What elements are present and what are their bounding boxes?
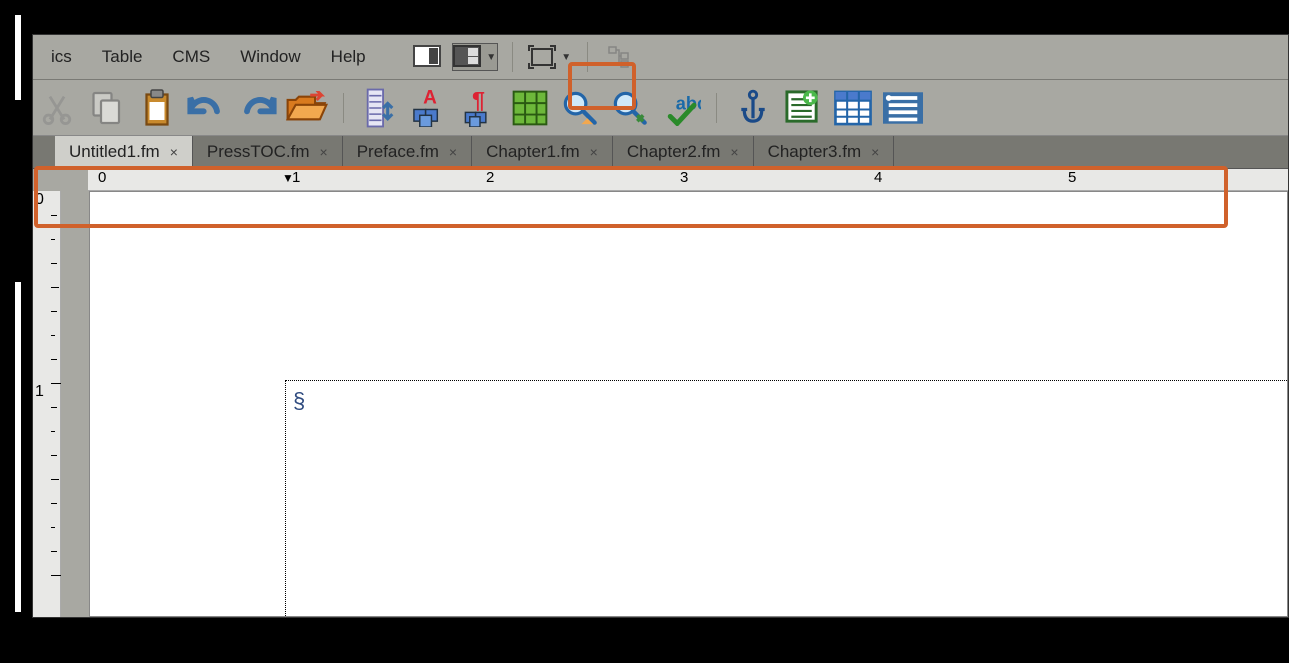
paste-button[interactable] xyxy=(135,86,179,130)
tab-label: Chapter3.fm xyxy=(768,142,862,162)
insert-table-button[interactable] xyxy=(831,86,875,130)
svg-text:A: A xyxy=(423,89,437,109)
paragraph-catalog-button[interactable]: ¶ xyxy=(458,86,502,130)
document-area: 0 ▼ 1 2 3 4 5 0 1 xyxy=(33,169,1288,617)
ruler-mark: 1 xyxy=(35,383,44,401)
paragraph-designer-button[interactable] xyxy=(358,86,402,130)
ruler-mark: 1 xyxy=(292,169,300,186)
decoration-bar xyxy=(15,15,21,100)
tab-label: Preface.fm xyxy=(357,142,439,162)
paragraph-end-mark: § xyxy=(293,388,305,414)
divider xyxy=(512,42,513,72)
text-frame[interactable] xyxy=(285,380,1287,616)
tab-presstoc[interactable]: PressTOC.fm × xyxy=(193,136,343,168)
menu-table[interactable]: Table xyxy=(88,41,157,73)
character-designer-button[interactable]: A xyxy=(408,86,452,130)
toolbar: A ¶ abc xyxy=(33,80,1288,136)
close-icon[interactable]: × xyxy=(449,144,457,160)
fit-window-icon[interactable]: ▼ xyxy=(527,43,573,71)
divider xyxy=(343,93,344,123)
open-button[interactable] xyxy=(285,86,329,130)
chevron-down-icon: ▼ xyxy=(561,52,571,63)
ruler-mark: 4 xyxy=(874,169,882,186)
find-button[interactable] xyxy=(558,86,602,130)
ruler-mark: 0 xyxy=(98,169,106,186)
menubar: ics Table CMS Window Help ▼ ▼ xyxy=(33,35,1288,80)
anchored-frame-button[interactable] xyxy=(731,86,775,130)
format-list-button[interactable] xyxy=(881,86,925,130)
tab-chapter3[interactable]: Chapter3.fm × xyxy=(754,136,895,168)
menu-window[interactable]: Window xyxy=(226,41,314,73)
redo-button[interactable] xyxy=(235,86,279,130)
page-canvas[interactable]: § xyxy=(89,191,1288,617)
ruler-mark: 3 xyxy=(680,169,688,186)
menu-cms[interactable]: CMS xyxy=(158,41,224,73)
table-designer-button[interactable] xyxy=(508,86,552,130)
app-window: ics Table CMS Window Help ▼ ▼ xyxy=(32,34,1289,618)
close-icon[interactable]: × xyxy=(590,144,598,160)
tab-label: Chapter1.fm xyxy=(486,142,580,162)
tab-preface[interactable]: Preface.fm × xyxy=(343,136,472,168)
arrange-docs-icon[interactable]: ▼ xyxy=(452,43,498,71)
close-icon[interactable]: × xyxy=(871,144,879,160)
tab-untitled1[interactable]: Untitled1.fm × xyxy=(55,136,193,168)
ruler-horizontal[interactable]: 0 ▼ 1 2 3 4 5 xyxy=(88,169,1288,191)
decoration-bar xyxy=(15,282,21,612)
divider xyxy=(587,42,588,72)
document-tabs: Untitled1.fm × PressTOC.fm × Preface.fm … xyxy=(33,136,1288,169)
menu-graphics[interactable]: ics xyxy=(37,41,86,73)
tab-label: PressTOC.fm xyxy=(207,142,310,162)
divider xyxy=(716,93,717,123)
tab-label: Chapter2.fm xyxy=(627,142,721,162)
ruler-mark: 5 xyxy=(1068,169,1076,186)
svg-text:¶: ¶ xyxy=(472,89,485,113)
tab-label: Untitled1.fm xyxy=(69,142,160,162)
close-icon[interactable]: × xyxy=(320,144,328,160)
close-icon[interactable]: × xyxy=(170,144,178,160)
chevron-down-icon: ▼ xyxy=(486,52,496,63)
ruler-mark: 2 xyxy=(486,169,494,186)
find-next-button[interactable] xyxy=(608,86,652,130)
menu-help[interactable]: Help xyxy=(317,41,380,73)
gutter xyxy=(61,191,89,617)
copy-button[interactable] xyxy=(85,86,129,130)
insert-object-button[interactable] xyxy=(781,86,825,130)
spellcheck-button[interactable]: abc xyxy=(658,86,702,130)
close-icon[interactable]: × xyxy=(730,144,738,160)
screen-mode-icon[interactable] xyxy=(410,43,446,71)
ruler-mark: 0 xyxy=(35,191,44,209)
tab-chapter1[interactable]: Chapter1.fm × xyxy=(472,136,613,168)
workspace-buttons: ▼ ▼ xyxy=(410,42,638,72)
tab-chapter2[interactable]: Chapter2.fm × xyxy=(613,136,754,168)
undo-button[interactable] xyxy=(185,86,229,130)
cut-button[interactable] xyxy=(35,86,79,130)
ruler-vertical[interactable]: 0 1 xyxy=(33,191,61,617)
tree-view-icon[interactable] xyxy=(602,43,638,71)
